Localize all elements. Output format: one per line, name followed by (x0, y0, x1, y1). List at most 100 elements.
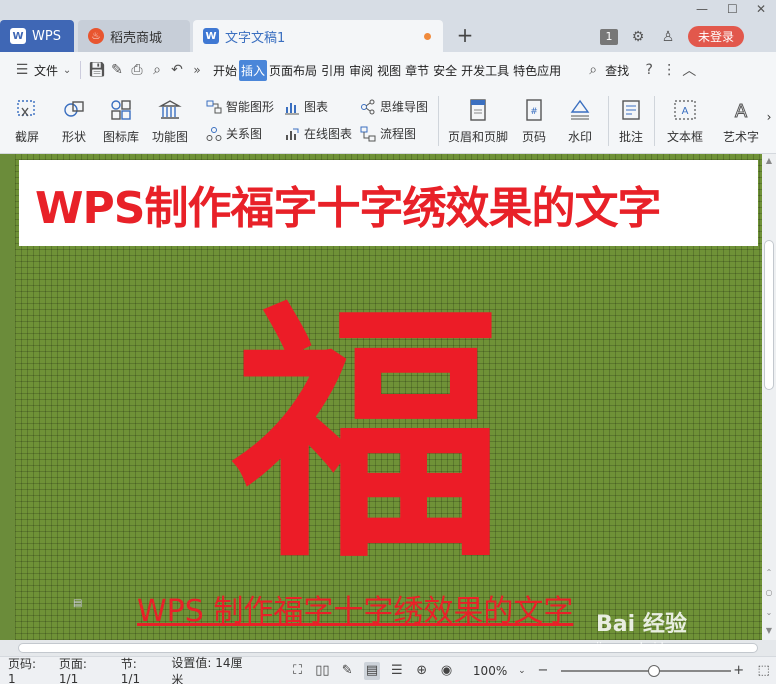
status-setting-value[interactable]: 设置值: 14厘米 (171, 654, 249, 684)
flowchart-button[interactable]: 流程图 (360, 125, 416, 142)
maximize-button[interactable]: ☐ (727, 2, 738, 16)
read-mode-icon[interactable]: ▯▯ (314, 662, 331, 680)
document-title[interactable]: WPS制作福字十字绣效果的文字 (35, 172, 661, 236)
relation-chart-button[interactable]: 关系图 (206, 125, 262, 142)
tab-wps[interactable]: W WPS (0, 20, 74, 52)
zoom-dropdown-icon[interactable]: ⌄ (517, 662, 526, 680)
web-view-icon[interactable]: ⊕ (413, 662, 430, 680)
comment-button[interactable]: 批注 (614, 98, 648, 145)
zoom-out-icon[interactable]: − (535, 662, 552, 680)
page-view-icon[interactable]: ▤ (363, 661, 381, 680)
print-preview-icon[interactable]: ⌕ (147, 60, 167, 80)
header-footer-label: 页眉和页脚 (447, 130, 508, 144)
document-canvas[interactable]: WPS制作福字十字绣效果的文字 福 ▤ WPS 制作福字十字绣效果的文字 (0, 154, 762, 640)
shapes-button[interactable]: 形状 (56, 98, 92, 145)
more-chevron-icon[interactable]: » (187, 60, 207, 80)
chart-button[interactable]: 图表 (284, 98, 328, 115)
close-window-button[interactable]: ✕ (756, 2, 766, 16)
outline-view-icon[interactable]: ☰ (388, 662, 405, 680)
screenshot-icon (17, 100, 35, 117)
hamburger-icon[interactable]: ☰ (12, 60, 32, 80)
shapes-label: 形状 (61, 130, 86, 144)
header-footer-button[interactable]: 页眉和页脚 (446, 98, 510, 145)
icon-library-label: 图标库 (102, 130, 139, 144)
menu-chapter[interactable]: 章节 (403, 60, 431, 81)
zoom-slider[interactable] (561, 664, 732, 677)
fu-character[interactable]: 福 (233, 302, 503, 572)
status-section[interactable]: 节: 1/1 (121, 655, 158, 684)
zoom-slider-track (561, 669, 732, 672)
menu-start[interactable]: 开始 (211, 60, 239, 81)
write-mode-icon[interactable]: ✎ (339, 662, 356, 680)
skin-icon[interactable]: ⚙ (628, 27, 648, 47)
format-painter-icon[interactable]: ✎ (107, 60, 127, 80)
fit-page-icon[interactable]: ⬚ (755, 662, 772, 680)
mind-map-icon (361, 99, 375, 114)
page-number-icon: # (526, 99, 542, 121)
zoom-percentage[interactable]: 100% (473, 664, 507, 678)
status-pages[interactable]: 页面: 1/1 (59, 655, 107, 684)
select-browse-icon[interactable]: ○ (764, 588, 774, 598)
window-count-badge[interactable]: 1 (600, 28, 618, 45)
function-chart-label: 功能图 (151, 130, 188, 144)
titlebar-right-tools: 1 ⚙ ♙ 未登录 (600, 26, 745, 47)
icon-library-button[interactable]: 图标库 (100, 98, 142, 145)
menu-insert[interactable]: 插入 (239, 59, 268, 81)
more-options-icon[interactable]: ⋮ (659, 60, 679, 80)
page-number-button[interactable]: # 页码 (516, 98, 552, 145)
search-button[interactable]: 查找 (603, 60, 631, 81)
scroll-up-icon[interactable]: ▲ (764, 156, 774, 166)
zoom-slider-knob[interactable] (648, 664, 661, 677)
zoom-in-icon[interactable]: + (730, 662, 747, 680)
new-tab-button[interactable]: + (452, 22, 478, 48)
menu-dev-tools[interactable]: 开发工具 (459, 60, 511, 81)
textbox-button[interactable]: A 文本框 (660, 98, 710, 145)
svg-text:A: A (735, 101, 748, 122)
tab-doc-label: 文字文稿1 (225, 30, 286, 46)
prev-page-icon[interactable]: ⌃ (764, 568, 774, 578)
title-textbox[interactable]: WPS制作福字十字绣效果的文字 (19, 160, 758, 246)
print-icon[interactable]: ⎙ (127, 60, 147, 80)
collapse-ribbon-icon[interactable]: ︿ (679, 60, 699, 80)
menu-review[interactable]: 审阅 (347, 60, 375, 81)
document-icon: W (203, 28, 219, 44)
svg-text:#: # (530, 107, 538, 117)
menu-security[interactable]: 安全 (431, 60, 459, 81)
function-chart-button[interactable]: 功能图 (148, 98, 192, 145)
cross-stitch-page[interactable]: WPS制作福字十字绣效果的文字 福 ▤ WPS 制作福字十字绣效果的文字 (15, 154, 762, 640)
status-page-number[interactable]: 页码: 1 (8, 655, 45, 684)
mind-map-button[interactable]: 思维导图 (360, 98, 428, 115)
save-icon[interactable]: 💾︎ (87, 60, 107, 80)
vertical-scroll-thumb[interactable] (764, 240, 774, 390)
fullscreen-icon[interactable]: ⛶ (289, 662, 306, 680)
minimize-button[interactable]: — (696, 2, 708, 16)
bottom-caption[interactable]: WPS 制作福字十字绣效果的文字 (137, 586, 573, 630)
shirt-icon[interactable]: ♙ (658, 27, 678, 47)
comment-label: 批注 (618, 130, 643, 144)
eye-protection-icon[interactable]: ◉ (438, 662, 455, 680)
watermark-button[interactable]: 水印 (560, 98, 600, 145)
help-icon[interactable]: ? (639, 60, 659, 80)
screenshot-button[interactable]: 截屏 (10, 98, 44, 145)
smart-shape-button[interactable]: 智能图形 (206, 98, 274, 115)
chevron-down-icon[interactable]: ⌄ (60, 60, 74, 80)
login-button[interactable]: 未登录 (688, 26, 745, 47)
tab-document[interactable]: W 文字文稿1 (193, 20, 443, 52)
menu-special-apps[interactable]: 特色应用 (511, 60, 563, 81)
header-footer-icon (470, 99, 486, 121)
menu-view[interactable]: 视图 (375, 60, 403, 81)
smart-shape-label: 智能图形 (226, 100, 275, 114)
online-chart-button[interactable]: 在线图表 (284, 125, 352, 142)
ribbon-scroll-right[interactable]: › (764, 110, 774, 124)
tab-docer-store[interactable]: ♨ 稻壳商城 (78, 20, 190, 52)
menu-file[interactable]: 文件 (32, 60, 60, 81)
vertical-scrollbar[interactable]: ▲ ⌃ ○ ⌄ ▼ (762, 154, 776, 640)
search-icon[interactable]: ⌕ (583, 60, 603, 80)
undo-icon[interactable]: ↶ (167, 60, 187, 80)
textbox-label: 文本框 (666, 130, 703, 144)
paragraph-mark-icon: ▤ (73, 598, 83, 609)
art-text-button[interactable]: A 艺术字 (716, 98, 766, 145)
flowchart-label: 流程图 (380, 127, 417, 141)
menu-page-layout[interactable]: 页面布局 (267, 60, 319, 81)
menu-references[interactable]: 引用 (319, 60, 347, 81)
